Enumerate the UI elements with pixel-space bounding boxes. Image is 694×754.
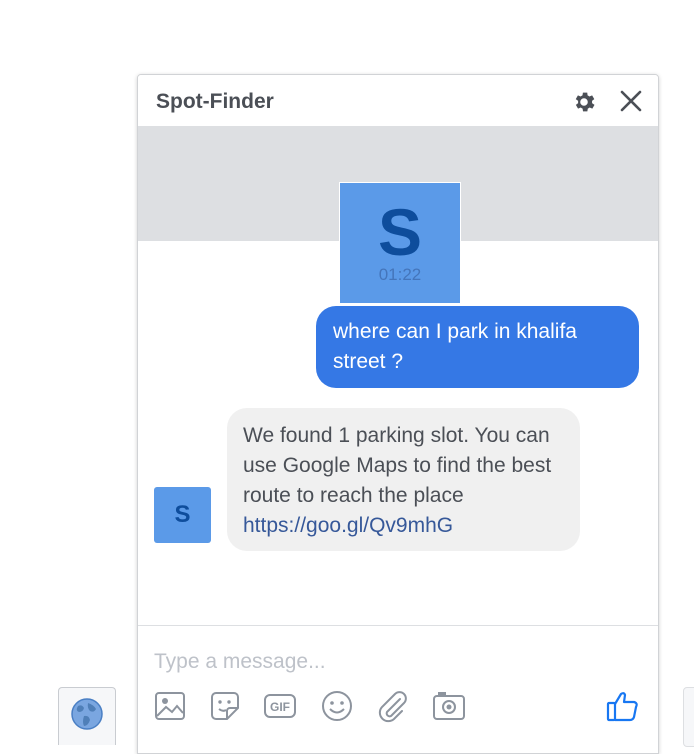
chat-title[interactable]: Spot-Finder	[156, 90, 274, 114]
composer-divider	[138, 625, 658, 626]
gif-label: GIF	[270, 700, 290, 714]
sender-avatar[interactable]: S	[154, 487, 211, 543]
chat-tab-edge[interactable]	[683, 687, 694, 747]
message-input[interactable]	[154, 649, 554, 675]
incoming-message-text: We found 1 parking slot. You can use Goo…	[243, 424, 552, 507]
gear-icon[interactable]	[571, 89, 597, 120]
emoji-icon[interactable]	[320, 689, 354, 723]
route-link[interactable]: https://goo.gl/Qv9mhG	[243, 514, 453, 537]
camera-icon[interactable]	[432, 689, 466, 723]
like-icon[interactable]	[606, 689, 640, 723]
close-icon[interactable]	[619, 89, 643, 118]
chat-header: Spot-Finder	[138, 75, 658, 127]
sticker-icon[interactable]	[208, 689, 242, 723]
page-avatar: S 01:22	[339, 182, 461, 304]
page-avatar-letter: S	[377, 195, 423, 269]
message-timestamp: 01:22	[378, 265, 422, 284]
globe-icon	[70, 697, 104, 736]
globe-button[interactable]	[58, 687, 116, 745]
chat-window: Spot-Finder S 01:22 where can I park in …	[137, 74, 659, 754]
gif-icon[interactable]: GIF	[263, 689, 297, 723]
attachment-icon[interactable]	[375, 689, 409, 723]
outgoing-message: where can I park in khalifa street ?	[316, 306, 639, 388]
incoming-message: We found 1 parking slot. You can use Goo…	[227, 408, 580, 551]
image-icon[interactable]	[153, 689, 187, 723]
